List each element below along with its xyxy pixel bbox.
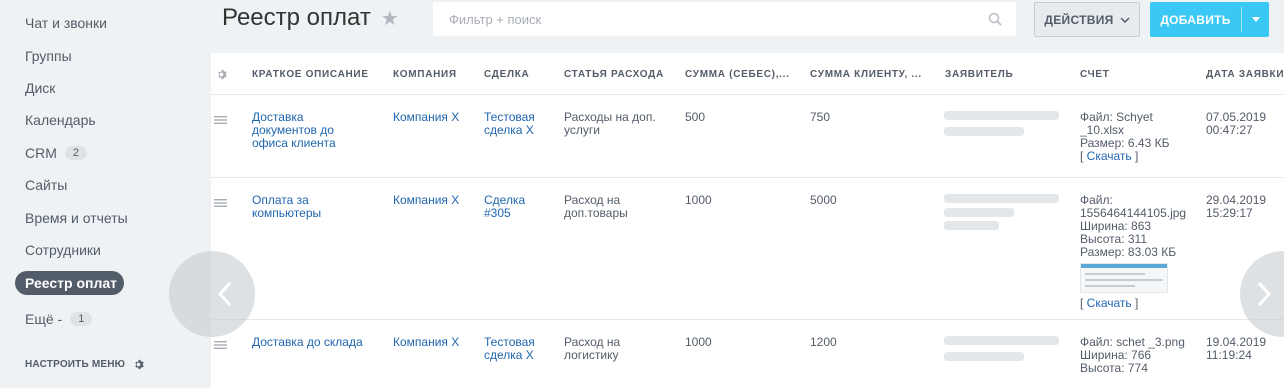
table-row[interactable]: Доставка документов до офиса клиента Ком… [211,95,1284,178]
sidebar-item-crm[interactable]: CRM 2 [25,145,88,161]
column-header-description[interactable]: КРАТКОЕ ОПИСАНИЕ [252,69,369,80]
invoice-height: Высота: 774 [1080,361,1148,375]
configure-menu-label: НАСТРОИТЬ МЕНЮ [25,359,126,370]
grid-header: КРАТКОЕ ОПИСАНИЕ КОМПАНИЯ СДЕЛКА СТАТЬЯ … [211,53,1284,95]
sidebar-item-label: Сайты [25,177,68,193]
invoice-cell: Файл: Schyet _10.xlsx Размер: 6.43 КБ [ … [1080,111,1200,163]
time-value: 00:47:27 [1206,123,1253,137]
column-header-invoice[interactable]: СЧЕТ [1080,69,1110,80]
expense-cell: Расход на логистику [564,335,621,362]
sidebar-item-label: Чат и звонки [25,15,107,31]
invoice-download: [ Скачать ] [1080,296,1139,310]
configure-menu-button[interactable]: НАСТРОИТЬ МЕНЮ [25,359,144,370]
date-cell: 19.04.2019 11:19:24 [1206,336,1266,362]
sidebar-item-groups[interactable]: Группы [25,48,72,64]
column-header-date[interactable]: ДАТА ЗАЯВКИ [1206,69,1284,80]
cost-cell: 1000 [685,335,712,349]
date-cell: 29.04.2019 15:29:17 [1206,194,1266,220]
description-link[interactable]: Доставка до склада [252,336,377,349]
sidebar-item-label: Группы [25,48,72,64]
deal-link[interactable]: Тестовая сделка Х [484,336,554,362]
requester-blurred [944,334,1064,371]
expense-cell: Расход на доп.товары [564,193,628,220]
requester-blurred [944,192,1064,237]
sidebar-item-more[interactable]: Ещё - 1 [25,311,93,327]
sidebar-item-calendar[interactable]: Календарь [25,112,96,128]
drag-handle-icon[interactable] [214,336,227,354]
invoice-cell: Файл: 1556464144105.jpg Ширина: 863 Высо… [1080,194,1205,310]
requester-blurred [944,109,1064,146]
column-header-deal[interactable]: СДЕЛКА [484,69,529,80]
company-link[interactable]: Компания Х [393,194,463,207]
sidebar: Чат и звонки Группы Диск Календарь CRM 2 … [0,0,210,388]
sidebar-item-label: CRM [25,145,57,161]
date-cell: 07.05.2019 00:47:27 [1206,111,1266,137]
download-link[interactable]: Скачать [1087,149,1132,163]
column-header-client-sum[interactable]: СУММА КЛИЕНТУ, ... [810,69,922,80]
actions-button[interactable]: ДЕЙСТВИЯ [1034,2,1140,37]
add-label: ДОБАВИТЬ [1160,12,1231,27]
company-link[interactable]: Компания Х [393,336,463,349]
table-row[interactable]: Оплата за компьютеры Компания Х Сделка #… [211,178,1284,320]
client-sum-cell: 750 [810,110,831,124]
chevron-right-icon [1257,281,1272,307]
sidebar-item-label: Диск [25,80,56,96]
gear-icon [133,359,144,370]
company-link[interactable]: Компания Х [393,111,463,124]
time-value: 15:29:17 [1206,206,1253,220]
star-icon[interactable]: ★ [381,6,399,31]
sidebar-item-chat[interactable]: Чат и звонки [25,15,107,31]
column-header-requester[interactable]: ЗАЯВИТЕЛЬ [945,69,1013,80]
invoice-download: [ Скачать ] [1080,149,1139,163]
cost-cell: 500 [685,110,706,124]
column-header-expense[interactable]: СТАТЬЯ РАСХОДА [564,69,664,80]
deal-link[interactable]: Тестовая сделка Х [484,111,554,137]
sidebar-item-label: Сотрудники [25,242,101,258]
expense-cell: Расходы на доп. услуги [564,110,656,137]
drag-handle-icon[interactable] [214,111,227,129]
deal-link[interactable]: Сделка #305 [484,194,539,220]
column-header-company[interactable]: КОМПАНИЯ [393,69,457,80]
add-dropdown-toggle[interactable] [1242,17,1269,22]
search-input[interactable] [433,2,973,36]
crm-counter-badge: 2 [64,146,88,160]
actions-label: ДЕЙСТВИЯ [1044,12,1114,27]
chevron-down-icon [1120,16,1130,23]
chevron-left-icon [217,281,232,307]
sidebar-item-employees[interactable]: Сотрудники [25,242,101,258]
column-header-cost[interactable]: СУММА (СЕБЕС),... [685,69,790,80]
sidebar-item-sites[interactable]: Сайты [25,177,67,193]
time-value: 11:19:24 [1206,348,1252,362]
invoice-size: Размер: 83.03 КБ [1080,245,1177,259]
page-title: Реестр оплат ★ [222,4,399,32]
invoice-thumbnail[interactable] [1080,263,1168,293]
search-box[interactable] [433,2,1016,36]
cost-cell: 1000 [685,193,712,207]
download-link[interactable]: Скачать [1087,296,1132,310]
client-sum-cell: 5000 [810,193,837,207]
scroll-left-button[interactable] [169,251,255,337]
invoice-file: Файл: Schyet _10.xlsx [1080,110,1153,137]
page-title-text: Реестр оплат [222,4,371,31]
sidebar-item-label: Реестр оплат [25,275,118,291]
invoice-cell: Файл: schet _3.png Ширина: 766 Высота: 7… [1080,336,1200,375]
description-link[interactable]: Доставка документов до офиса клиента [252,111,364,150]
column-settings-gear-icon[interactable] [216,67,227,85]
sidebar-item-payment-registry[interactable]: Реестр оплат [15,271,124,295]
sidebar-item-disk[interactable]: Диск [25,80,55,96]
description-link[interactable]: Оплата за компьютеры [252,194,352,220]
sidebar-item-label: Календарь [25,112,96,128]
client-sum-cell: 1200 [810,335,837,349]
more-counter-badge: 1 [70,312,93,326]
sidebar-item-label: Ещё - [25,311,63,327]
invoice-file: Файл: 1556464144105.jpg [1080,193,1187,220]
drag-handle-icon[interactable] [214,194,227,212]
search-icon[interactable] [988,12,1002,31]
payments-grid: КРАТКОЕ ОПИСАНИЕ КОМПАНИЯ СДЕЛКА СТАТЬЯ … [211,53,1284,388]
caret-down-icon [1251,17,1260,22]
table-row[interactable]: Доставка до склада Компания Х Тестовая с… [211,320,1284,388]
sidebar-item-label: Время и отчеты [25,210,128,226]
add-button[interactable]: ДОБАВИТЬ [1150,2,1269,37]
sidebar-item-time-reports[interactable]: Время и отчеты [25,210,128,226]
